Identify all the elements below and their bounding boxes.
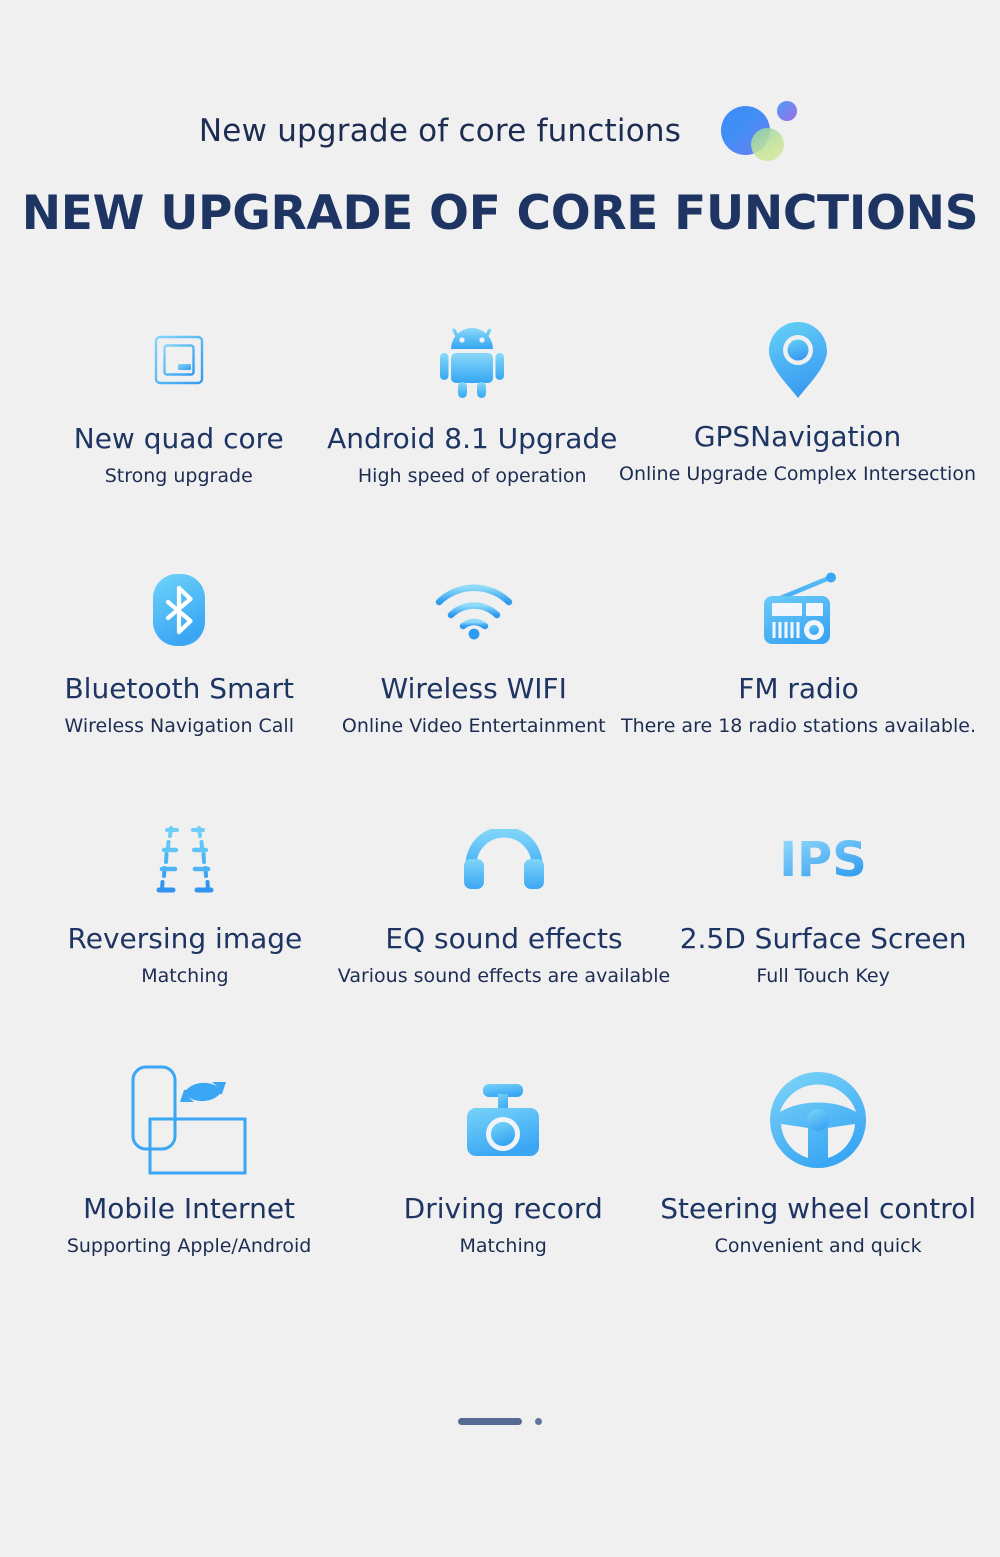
feature-item-eq-sound-effects: EQ sound effects Various sound effects a… bbox=[338, 812, 670, 987]
wifi-icon bbox=[433, 562, 515, 658]
feature-item-surface-screen: IPS 2.5D Surface Screen Full Touch Key bbox=[670, 812, 976, 987]
logo-circle-purple bbox=[777, 101, 798, 121]
feature-subtitle: Online Video Entertainment bbox=[341, 714, 606, 737]
phone-screen-sync-icon bbox=[126, 1062, 252, 1178]
cpu-chip-icon bbox=[141, 312, 217, 408]
feature-item-reversing-image: Reversing image Matching bbox=[32, 812, 338, 987]
pagination-dot[interactable] bbox=[535, 1418, 542, 1425]
feature-item-gps-navigation: GPSNavigation Online Upgrade Complex Int… bbox=[619, 312, 976, 485]
dash-cam-icon bbox=[460, 1062, 546, 1178]
feature-title: Reversing image bbox=[67, 922, 303, 955]
ips-label: IPS bbox=[779, 832, 867, 888]
feature-subtitle: There are 18 radio stations available. bbox=[620, 714, 976, 737]
feature-subtitle: Strong upgrade bbox=[104, 464, 253, 487]
parking-guide-lines-icon bbox=[141, 812, 229, 908]
map-pin-icon bbox=[767, 312, 829, 408]
feature-title: FM radio bbox=[738, 672, 859, 705]
feature-item-bluetooth-smart: Bluetooth Smart Wireless Navigation Call bbox=[32, 562, 326, 737]
steering-wheel-icon bbox=[768, 1062, 868, 1178]
feature-subtitle: Supporting Apple/Android bbox=[66, 1234, 312, 1257]
feature-grid: New quad core Strong upgrade Android 8.1… bbox=[30, 312, 976, 1312]
feature-subtitle: Online Upgrade Complex Intersection bbox=[619, 462, 977, 485]
feature-item-driving-record: Driving record Matching bbox=[346, 1062, 660, 1257]
feature-item-wireless-wifi: Wireless WIFI Online Video Entertainment bbox=[326, 562, 620, 737]
feature-subtitle: Various sound effects are available bbox=[337, 964, 671, 987]
header: New upgrade of core functions bbox=[0, 96, 1000, 166]
feature-title: GPSNavigation bbox=[693, 420, 902, 453]
feature-title: Bluetooth Smart bbox=[64, 672, 294, 705]
feature-subtitle: Full Touch Key bbox=[756, 964, 890, 987]
feature-title: Steering wheel control bbox=[660, 1192, 977, 1225]
pagination-indicator[interactable] bbox=[0, 1418, 1000, 1425]
feature-title: Wireless WIFI bbox=[380, 672, 567, 705]
feature-row: Bluetooth Smart Wireless Navigation Call bbox=[30, 562, 976, 812]
feature-title: New quad core bbox=[73, 422, 284, 455]
overlapping-circles-logo-icon bbox=[715, 98, 801, 164]
feature-title: Driving record bbox=[403, 1192, 603, 1225]
feature-title: Android 8.1 Upgrade bbox=[327, 422, 618, 455]
feature-title: 2.5D Surface Screen bbox=[679, 922, 967, 955]
feature-subtitle: Matching bbox=[459, 1234, 547, 1257]
feature-row: New quad core Strong upgrade Android 8.1… bbox=[30, 312, 976, 562]
feature-title: EQ sound effects bbox=[385, 922, 623, 955]
headphones-icon bbox=[462, 812, 546, 908]
ips-text-icon: IPS bbox=[775, 812, 871, 908]
bluetooth-icon bbox=[152, 562, 206, 658]
logo-circle-green bbox=[751, 128, 785, 161]
feature-item-new-quad-core: New quad core Strong upgrade bbox=[32, 312, 326, 487]
feature-subtitle: High speed of operation bbox=[357, 464, 587, 487]
feature-item-mobile-internet: Mobile Internet Supporting Apple/Android bbox=[32, 1062, 346, 1257]
feature-item-steering-wheel-control: Steering wheel control Convenient and qu… bbox=[660, 1062, 976, 1257]
feature-subtitle: Matching bbox=[141, 964, 229, 987]
feature-item-fm-radio: FM radio There are 18 radio stations ava… bbox=[621, 562, 976, 737]
feature-title: Mobile Internet bbox=[83, 1192, 296, 1225]
header-subtitle: New upgrade of core functions bbox=[198, 113, 682, 149]
feature-item-android-upgrade: Android 8.1 Upgrade High speed of operat… bbox=[326, 312, 620, 487]
feature-page: New upgrade of core functions NEW UPGRAD… bbox=[0, 0, 1000, 1557]
radio-icon bbox=[756, 562, 840, 658]
feature-subtitle: Wireless Navigation Call bbox=[64, 714, 294, 737]
feature-subtitle: Convenient and quick bbox=[714, 1234, 922, 1257]
page-title: NEW UPGRADE OF CORE FUNCTIONS bbox=[21, 186, 979, 241]
pagination-bar-active[interactable] bbox=[458, 1418, 522, 1425]
feature-row: Mobile Internet Supporting Apple/Android bbox=[30, 1062, 976, 1312]
feature-row: Reversing image Matching EQ sound effect… bbox=[30, 812, 970, 1062]
android-robot-icon bbox=[436, 312, 508, 408]
